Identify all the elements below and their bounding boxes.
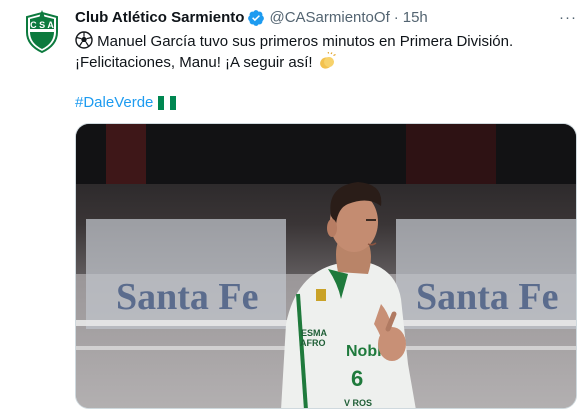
hashtag-link[interactable]: #DaleVerde — [75, 94, 153, 111]
jersey-text-2: AFRO — [300, 338, 326, 348]
crest-letters: C S A — [30, 20, 54, 30]
more-options-icon[interactable]: ··· — [559, 8, 577, 28]
tweet-line-2: ¡Felicitaciones, Manu! ¡A seguir así! — [75, 54, 313, 71]
nigeria-flag-icon — [157, 96, 176, 110]
verified-badge-icon — [248, 10, 265, 26]
tweet[interactable]: C S A Club Atlético Sarmiento @CASarmien… — [0, 0, 584, 409]
jersey-text-1: ESMA — [301, 328, 328, 338]
tweet-content: Club Atlético Sarmiento @CASarmientoOf ·… — [75, 8, 577, 409]
jersey-text-4: 6 — [351, 366, 363, 391]
banner-text-right: Santa Fe — [416, 276, 559, 318]
tweet-photo[interactable]: Santa Fe Santa Fe ESMA AFRO Nobl 6 V ROS — [75, 123, 577, 409]
tweet-header: Club Atlético Sarmiento @CASarmientoOf ·… — [75, 8, 577, 28]
avatar[interactable]: C S A — [18, 8, 66, 56]
jersey-text-3: Nobl — [346, 343, 382, 360]
timestamp[interactable]: 15h — [403, 8, 428, 28]
banner-text-left: Santa Fe — [116, 276, 259, 318]
handle[interactable]: @CASarmientoOf — [269, 8, 389, 28]
tweet-line-1: Manuel García tuvo sus primeros minutos … — [97, 33, 514, 50]
display-name[interactable]: Club Atlético Sarmiento — [75, 8, 244, 28]
clapping-hands-icon — [319, 52, 336, 69]
tweet-text: Manuel García tuvo sus primeros minutos … — [75, 31, 577, 113]
player-photo: Santa Fe Santa Fe ESMA AFRO Nobl 6 V ROS — [76, 124, 576, 408]
jersey-text-5: V ROS — [344, 398, 372, 408]
separator-dot: · — [393, 9, 399, 26]
soccer-ball-icon — [75, 31, 93, 49]
club-crest-icon: C S A — [26, 10, 58, 54]
